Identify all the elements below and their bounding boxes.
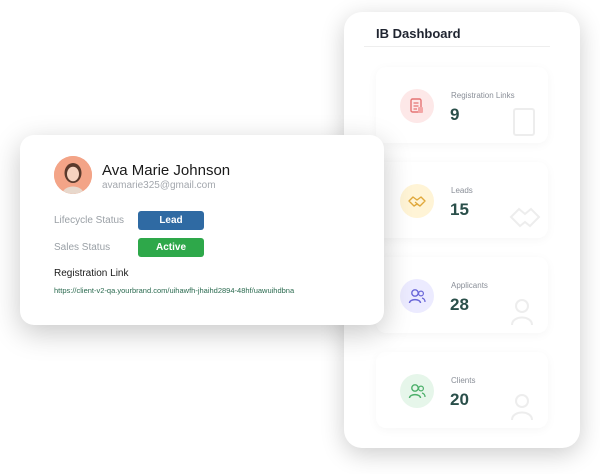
stat-card-leads[interactable]: Leads 15 — [376, 162, 548, 238]
stat-card-registration-links[interactable]: Registration Links 9 — [376, 67, 548, 143]
lifecycle-status-label: Lifecycle Status — [54, 215, 125, 226]
stat-value: 9 — [450, 105, 460, 124]
client-name: Ava Marie Johnson — [102, 162, 231, 179]
stat-label: Registration Links — [451, 91, 515, 100]
user-group-watermark-icon — [511, 394, 533, 421]
sales-status-label: Sales Status — [54, 242, 111, 253]
stat-value: 20 — [450, 390, 469, 409]
stat-card-clients[interactable]: Clients 20 — [376, 352, 548, 428]
users-watermark-icon — [511, 299, 533, 326]
sales-status-badge[interactable]: Active — [138, 238, 204, 257]
registration-link[interactable]: https://client-v2-qa.yourbrand.com/uihaw… — [54, 286, 294, 295]
stat-value: 28 — [450, 295, 469, 314]
document-list-icon — [400, 89, 434, 123]
users-icon — [400, 279, 434, 313]
document-watermark-icon — [513, 108, 535, 136]
avatar — [54, 156, 92, 194]
user-group-icon — [400, 374, 434, 408]
stat-label: Leads — [451, 186, 473, 195]
handshake-watermark-icon — [509, 207, 541, 228]
lifecycle-status-badge[interactable]: Lead — [138, 211, 204, 230]
stat-label: Applicants — [451, 281, 488, 290]
stat-card-applicants[interactable]: Applicants 28 — [376, 257, 548, 333]
handshake-icon — [400, 184, 434, 218]
dashboard-title: IB Dashboard — [376, 26, 461, 41]
stat-label: Clients — [451, 376, 476, 385]
stat-value: 15 — [450, 200, 469, 219]
client-profile-card: Ava Marie Johnson avamarie325@gmail.com … — [20, 135, 384, 325]
registration-link-title: Registration Link — [54, 268, 129, 279]
title-divider — [364, 46, 550, 47]
client-email: avamarie325@gmail.com — [102, 180, 216, 191]
